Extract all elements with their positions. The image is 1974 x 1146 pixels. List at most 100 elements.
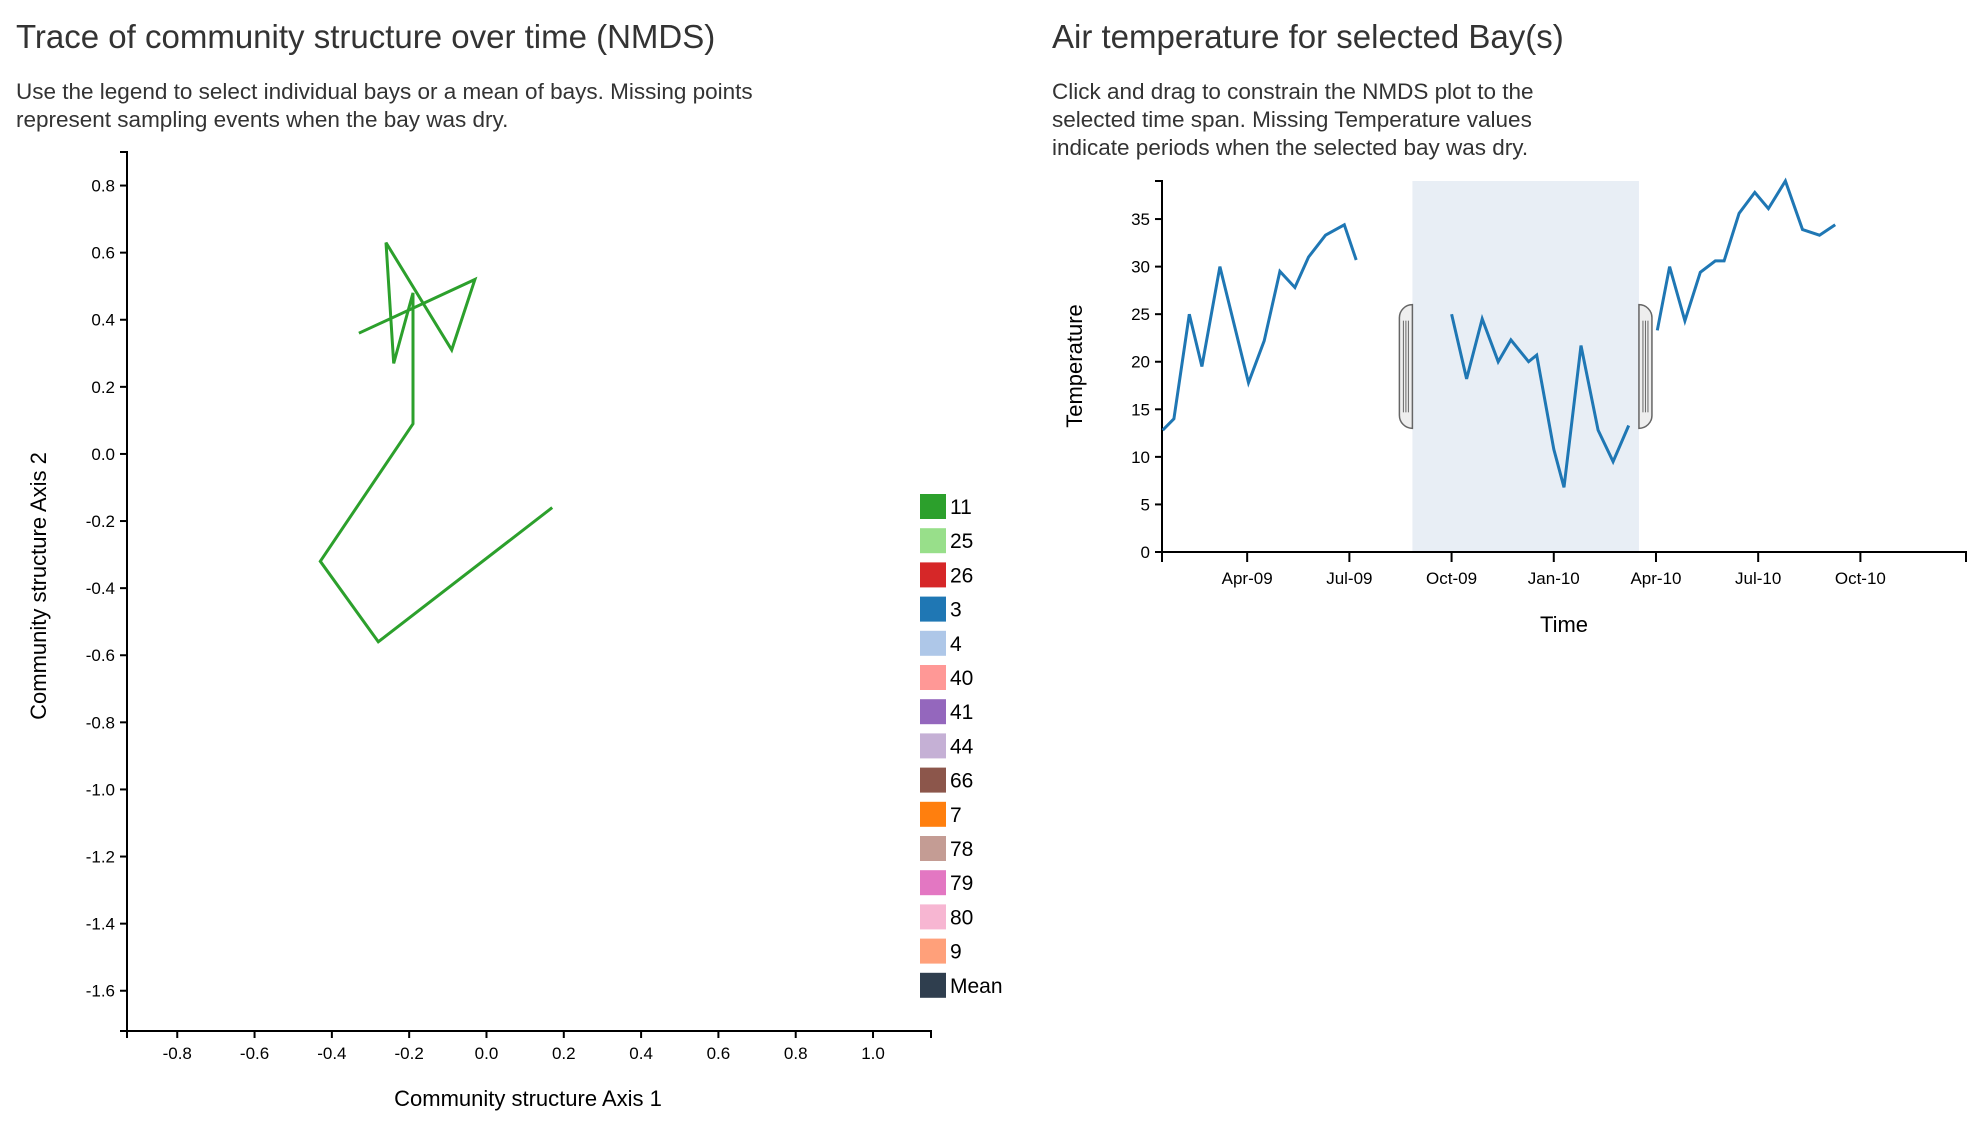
- time-brush[interactable]: [1398, 181, 1653, 552]
- x-tick-label: -0.6: [240, 1044, 269, 1063]
- y-tick: 10: [1131, 448, 1162, 467]
- legend-swatch[interactable]: [920, 972, 946, 998]
- y-tick-label: -1.0: [86, 780, 115, 799]
- y-tick-label: 15: [1131, 400, 1150, 419]
- legend-label[interactable]: 4: [950, 633, 962, 656]
- legend-label[interactable]: 40: [950, 667, 973, 690]
- x-tick: Apr-09: [1222, 552, 1273, 588]
- legend-label[interactable]: 78: [950, 838, 973, 861]
- nmds-chart: 0.8 0.6 0.4 0.2 0.0 -0.2 -0.4 -0.6 -0.8 -1.0 -1.2 -…: [26, 151, 1967, 1111]
- y-tick-label: -0.6: [86, 646, 115, 665]
- legend-item-7[interactable]: 7: [920, 801, 962, 827]
- nmds-x-axis-label: Community structure Axis 1: [394, 1086, 662, 1111]
- y-tick-label: -1.6: [86, 982, 115, 1001]
- legend-swatch[interactable]: [920, 801, 946, 827]
- y-tick: 20: [1131, 353, 1162, 372]
- y-tick-label: 30: [1131, 258, 1150, 277]
- y-tick-label: 35: [1131, 210, 1150, 229]
- legend-swatch[interactable]: [920, 562, 946, 588]
- x-tick-label: -0.2: [395, 1044, 424, 1063]
- legend-swatch[interactable]: [920, 630, 946, 656]
- legend-swatch[interactable]: [920, 938, 946, 964]
- legend-item-26[interactable]: 26: [920, 562, 973, 588]
- legend-item-40[interactable]: 40: [920, 665, 973, 690]
- legend-item-25[interactable]: 25: [920, 528, 973, 554]
- legend-swatch[interactable]: [920, 904, 946, 930]
- y-tick-label: 5: [1141, 495, 1150, 514]
- legend-item-78[interactable]: 78: [920, 836, 973, 861]
- legend-swatch[interactable]: [920, 767, 946, 793]
- x-tick-label: Oct-10: [1835, 569, 1886, 588]
- x-tick-label: 1.0: [861, 1044, 885, 1063]
- legend-label[interactable]: 11: [950, 496, 972, 519]
- x-tick-label: 0.4: [629, 1044, 653, 1063]
- y-tick-label: 0.2: [91, 378, 115, 397]
- y-tick: -0.6: [86, 646, 127, 665]
- x-tick-label: Jan-10: [1528, 569, 1580, 588]
- temperature-line-segment: [1161, 222, 1358, 432]
- y-tick: 30: [1131, 258, 1162, 277]
- x-tick: Apr-10: [1630, 552, 1681, 588]
- y-tick: -1.4: [86, 915, 127, 934]
- legend-swatch[interactable]: [920, 870, 946, 896]
- y-tick: -1.2: [86, 848, 127, 867]
- x-tick-label: -0.4: [317, 1044, 346, 1063]
- temperature-line-segment: [1655, 177, 1837, 331]
- y-tick: 35: [1131, 210, 1162, 229]
- y-tick: -0.2: [86, 512, 127, 531]
- legend-label[interactable]: 7: [950, 804, 962, 827]
- y-tick-label: -1.2: [86, 848, 115, 867]
- x-tick: Jul-09: [1326, 552, 1373, 588]
- y-tick: -0.4: [86, 579, 127, 598]
- nmds-y-axis: 0.8 0.6 0.4 0.2 0.0 -0.2 -0.4 -0.6 -0.8 -1.0 -1.2 -…: [86, 151, 128, 1032]
- y-tick-label: 0.8: [91, 177, 115, 196]
- y-tick-label: 0.4: [91, 311, 115, 330]
- legend-swatch[interactable]: [920, 494, 946, 519]
- legend-item-3[interactable]: 3: [920, 596, 962, 622]
- x-tick: Jan-10: [1528, 552, 1580, 588]
- legend-swatch[interactable]: [920, 733, 946, 759]
- legend-label[interactable]: 3: [950, 599, 962, 622]
- legend-item-11[interactable]: 11: [920, 494, 972, 519]
- legend-item-44[interactable]: 44: [920, 733, 974, 759]
- legend-item-41[interactable]: 41: [920, 699, 973, 725]
- nmds-legend: 11 25 26 3 4 40 41 44 66 7 78 79 80 9 Mean: [920, 494, 1003, 998]
- brush-handle-right[interactable]: [1638, 303, 1653, 430]
- y-tick-label: -0.2: [86, 512, 115, 531]
- x-tick: -0.6: [240, 1031, 269, 1063]
- nmds-trace-bay-11: [318, 241, 554, 644]
- nmds-y-axis-label: Community structure Axis 2: [26, 452, 51, 720]
- legend-swatch[interactable]: [920, 699, 946, 725]
- legend-swatch[interactable]: [920, 665, 946, 690]
- x-tick: 0.0: [475, 1031, 498, 1063]
- nmds-traces: [318, 241, 554, 644]
- legend-item-66[interactable]: 66: [920, 767, 973, 793]
- x-tick-label: Oct-09: [1426, 569, 1477, 588]
- time-axis-line: [1161, 551, 1967, 562]
- brush-extent[interactable]: [1412, 181, 1639, 552]
- legend-label[interactable]: 26: [950, 564, 973, 587]
- x-tick-label: Jul-09: [1326, 569, 1372, 588]
- brush-handle-left[interactable]: [1398, 303, 1414, 430]
- legend-item-4[interactable]: 4: [920, 630, 962, 656]
- x-tick-label: Apr-10: [1630, 569, 1681, 588]
- legend-swatch[interactable]: [920, 528, 946, 554]
- legend-swatch[interactable]: [920, 836, 946, 861]
- legend-label[interactable]: 66: [950, 770, 973, 793]
- legend-item-80[interactable]: 80: [920, 904, 973, 930]
- legend-label[interactable]: 79: [950, 872, 973, 895]
- legend-label[interactable]: 44: [950, 735, 974, 758]
- legend-label[interactable]: 9: [950, 941, 962, 964]
- temperature-y-axis: 0 5 10 15 20 25 30 35: [1131, 180, 1163, 562]
- legend-item-79[interactable]: 79: [920, 870, 973, 896]
- time-x-axis: Apr-09 Jul-09 Oct-09 Jan-10 Apr-10 Jul-10 Oct-…: [1161, 551, 1967, 588]
- legend-label[interactable]: 41: [950, 701, 973, 724]
- legend-item-9[interactable]: 9: [920, 938, 962, 964]
- legend-label[interactable]: 80: [950, 906, 973, 929]
- legend-label[interactable]: 25: [950, 530, 973, 553]
- legend-item-mean[interactable]: Mean: [920, 972, 1003, 998]
- legend-label[interactable]: Mean: [950, 975, 1003, 998]
- legend-swatch[interactable]: [920, 596, 946, 622]
- y-tick-label: 25: [1131, 305, 1150, 324]
- x-tick: 0.8: [784, 1031, 808, 1063]
